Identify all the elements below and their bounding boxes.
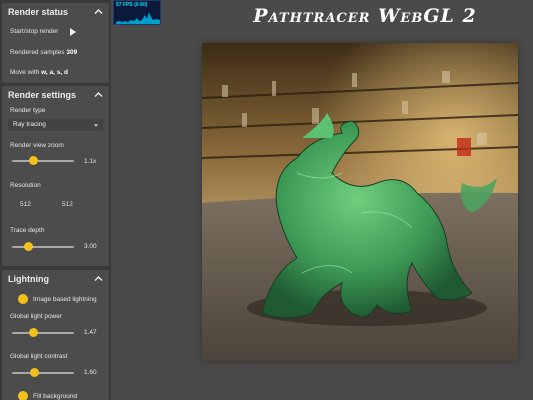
render-settings-header[interactable]: Render settings <box>2 86 109 104</box>
control-sidebar: Render status Start/stop render Rendered… <box>0 0 111 400</box>
trace-depth-value: 3.00 <box>84 243 97 250</box>
trace-depth-label: Trace depth <box>10 227 45 234</box>
resolution-label: Resolution <box>10 182 41 189</box>
fps-label: 57 FPS (0-60) <box>116 2 148 8</box>
app-title: Pathtracer WebGL 2 <box>253 5 477 27</box>
resolution-width[interactable]: 512 <box>20 201 31 208</box>
zoom-slider-track[interactable] <box>12 160 74 162</box>
play-icon[interactable] <box>70 28 76 36</box>
global-power-label: Global light power <box>10 313 63 320</box>
lightning-panel: Lightning Image based lightning Global l… <box>2 270 109 400</box>
global-power-slider[interactable] <box>12 328 74 338</box>
render-status-title: Render status <box>8 7 69 17</box>
trace-depth-slider[interactable] <box>12 242 74 252</box>
rendered-samples-label: Rendered samples <box>10 49 65 56</box>
render-viewport[interactable] <box>202 43 518 361</box>
fps-meter: 57 FPS (0-60) <box>113 0 161 25</box>
global-power-value: 1.47 <box>84 329 97 336</box>
global-power-slider-track[interactable] <box>12 332 74 334</box>
trace-depth-slider-thumb[interactable] <box>24 242 34 251</box>
fps-graph <box>116 12 160 24</box>
render-settings-title: Render settings <box>8 90 77 100</box>
global-contrast-slider-track[interactable] <box>12 372 74 374</box>
move-with-label: Move with <box>10 69 40 76</box>
move-keys: w, a, s, d <box>41 69 68 76</box>
rendered-scene <box>202 43 518 361</box>
lightning-header[interactable]: Lightning <box>2 270 109 288</box>
zoom-value: 1.1x <box>84 158 97 165</box>
chevron-up-icon[interactable] <box>94 275 103 282</box>
chevron-up-icon[interactable] <box>94 8 103 15</box>
render-type-label: Render type <box>10 107 46 114</box>
ibl-label: Image based lightning <box>33 296 97 303</box>
ibl-toggle[interactable] <box>18 294 28 304</box>
fill-background-toggle[interactable] <box>18 391 28 400</box>
start-stop-label: Start/stop render <box>10 28 59 35</box>
move-with-row: Move with w, a, s, d <box>10 69 68 76</box>
render-type-value: Ray tracing <box>13 121 46 128</box>
render-status-panel: Render status Start/stop render Rendered… <box>2 3 109 83</box>
rendered-samples-row: Rendered samples 309 <box>10 49 77 56</box>
render-type-select[interactable]: Ray tracing <box>8 119 103 131</box>
chevron-up-icon[interactable] <box>94 91 103 98</box>
rendered-samples-value: 309 <box>66 49 78 56</box>
global-contrast-slider-thumb[interactable] <box>30 368 40 377</box>
trace-depth-slider-track[interactable] <box>12 246 74 248</box>
fill-background-label: Fill background <box>33 393 78 400</box>
zoom-slider[interactable] <box>12 156 74 166</box>
global-power-slider-thumb[interactable] <box>29 328 39 337</box>
dropdown-caret-icon <box>94 124 98 127</box>
zoom-label: Render view zoom <box>10 142 64 149</box>
zoom-slider-thumb[interactable] <box>29 156 39 165</box>
render-status-header[interactable]: Render status <box>2 3 109 21</box>
global-contrast-slider[interactable] <box>12 368 74 378</box>
lightning-title: Lightning <box>8 274 49 284</box>
global-contrast-label: Global light contrast <box>10 353 68 360</box>
render-settings-panel: Render settings Render type Ray tracing … <box>2 86 109 266</box>
global-contrast-value: 1.60 <box>84 369 97 376</box>
resolution-height[interactable]: 512 <box>62 201 73 208</box>
